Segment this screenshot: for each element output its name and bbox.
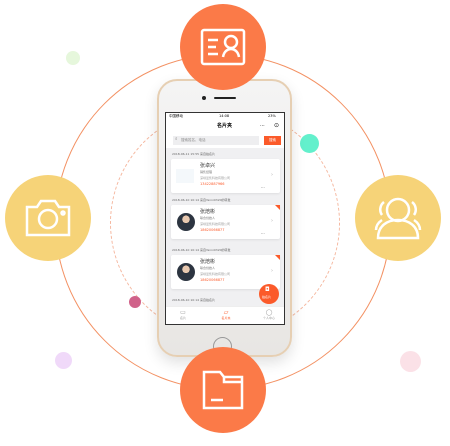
clock: 14:08 xyxy=(219,114,230,118)
tab-label: 个人中心 xyxy=(262,316,275,320)
card-company: 深圳爱售科技有限公司 xyxy=(200,176,231,180)
group-header: 2018-06-10 10:14 来自Yanni0320的转发 xyxy=(172,198,231,202)
fab-label: 拍名片 xyxy=(262,295,272,299)
group-header: 2018-06-11 15:55 来自拍名片 xyxy=(172,152,215,156)
tab-cards[interactable]: ▭ 名片 xyxy=(168,309,198,320)
decor-dot xyxy=(55,352,72,369)
corner-badge xyxy=(275,255,280,260)
group-header: 2018-06-10 10:14 来自拍名片 xyxy=(172,298,215,302)
contacts-feature xyxy=(355,175,441,261)
more-icon[interactable]: ··· xyxy=(261,186,265,190)
card-item[interactable]: 张卓兴 销售经理 深圳爱售科技有限公司 13422887966 › ··· xyxy=(171,159,280,193)
battery: 23% xyxy=(268,114,276,118)
company-logo xyxy=(176,169,194,183)
phone: 中国移动 14:08 23% 名片夹 ⋯ ⊙ ⌕ 搜索姓名、电话 搜索 2018… xyxy=(157,79,292,357)
search-button[interactable]: 搜索 xyxy=(264,136,281,145)
camera-feature xyxy=(5,175,91,261)
page-title: 名片夹 xyxy=(217,123,233,129)
folder-icon: ▱ xyxy=(223,309,229,316)
card-company: 深圳爱售科技有限公司 xyxy=(200,272,231,276)
chevron-right-icon: › xyxy=(271,268,273,274)
chevron-right-icon: › xyxy=(271,218,273,224)
folder-feature xyxy=(180,347,266,433)
card-name: 张卓兴 xyxy=(200,163,216,169)
camera-icon: ◘ xyxy=(265,286,270,293)
tab-cardholder[interactable]: ▱ 名片夹 xyxy=(211,309,241,320)
card-icon: ▭ xyxy=(180,309,186,316)
camera-icon xyxy=(25,199,71,237)
card-phone[interactable]: 13422887966 xyxy=(200,182,225,187)
card-company: 深圳爱售科技有限公司 xyxy=(200,222,231,226)
avatar xyxy=(177,213,195,231)
card-phone[interactable]: 18620066877 xyxy=(200,278,225,283)
tab-label: 名片 xyxy=(179,316,186,320)
search-icon: ⌕ xyxy=(175,137,178,142)
card-title: 联合创始人 xyxy=(200,266,216,270)
folder-icon xyxy=(202,370,244,410)
business-card-icon xyxy=(200,28,246,66)
tab-bar: ▭ 名片 ▱ 名片夹 ◯ 个人中心 xyxy=(166,306,284,324)
decor-dot xyxy=(400,351,421,372)
contacts-icon xyxy=(374,197,422,240)
user-icon: ◯ xyxy=(265,309,273,316)
card-name: 张焙彬 xyxy=(200,259,216,265)
decor-dot xyxy=(66,51,80,65)
carrier: 中国移动 xyxy=(169,114,183,118)
tab-profile[interactable]: ◯ 个人中心 xyxy=(254,309,284,320)
app-screen: 中国移动 14:08 23% 名片夹 ⋯ ⊙ ⌕ 搜索姓名、电话 搜索 2018… xyxy=(165,112,285,325)
decor-dot xyxy=(300,134,319,153)
card-item[interactable]: 张焙彬 联合创始人 深圳爱售科技有限公司 18620066877 › xyxy=(171,255,280,289)
card-title: 联合创始人 xyxy=(200,216,216,220)
search-placeholder: 搜索姓名、电话 xyxy=(181,138,206,142)
avatar xyxy=(177,263,195,281)
settings-icon[interactable]: ⊙ xyxy=(274,123,279,129)
search-input[interactable]: ⌕ 搜索姓名、电话 xyxy=(173,136,259,145)
business-card-feature xyxy=(180,4,266,90)
chevron-right-icon: › xyxy=(271,172,273,178)
card-phone[interactable]: 18620066877 xyxy=(200,228,225,233)
more-icon[interactable]: ⋯ xyxy=(260,124,265,129)
group-header: 2018-06-10 10:14 来自Yanni0320的转发 xyxy=(172,248,231,252)
more-icon[interactable]: ··· xyxy=(261,232,265,236)
card-name: 张焙彬 xyxy=(200,209,216,215)
card-title: 销售经理 xyxy=(200,170,213,174)
corner-badge xyxy=(275,205,280,210)
card-item[interactable]: 张焙彬 联合创始人 深圳爱售科技有限公司 18620066877 › ··· xyxy=(171,205,280,239)
camera-lens xyxy=(202,96,206,100)
speaker xyxy=(214,97,236,99)
tab-label: 名片夹 xyxy=(221,316,231,320)
scan-card-fab[interactable]: ◘ 拍名片 xyxy=(259,284,279,304)
decor-dot xyxy=(129,296,141,308)
